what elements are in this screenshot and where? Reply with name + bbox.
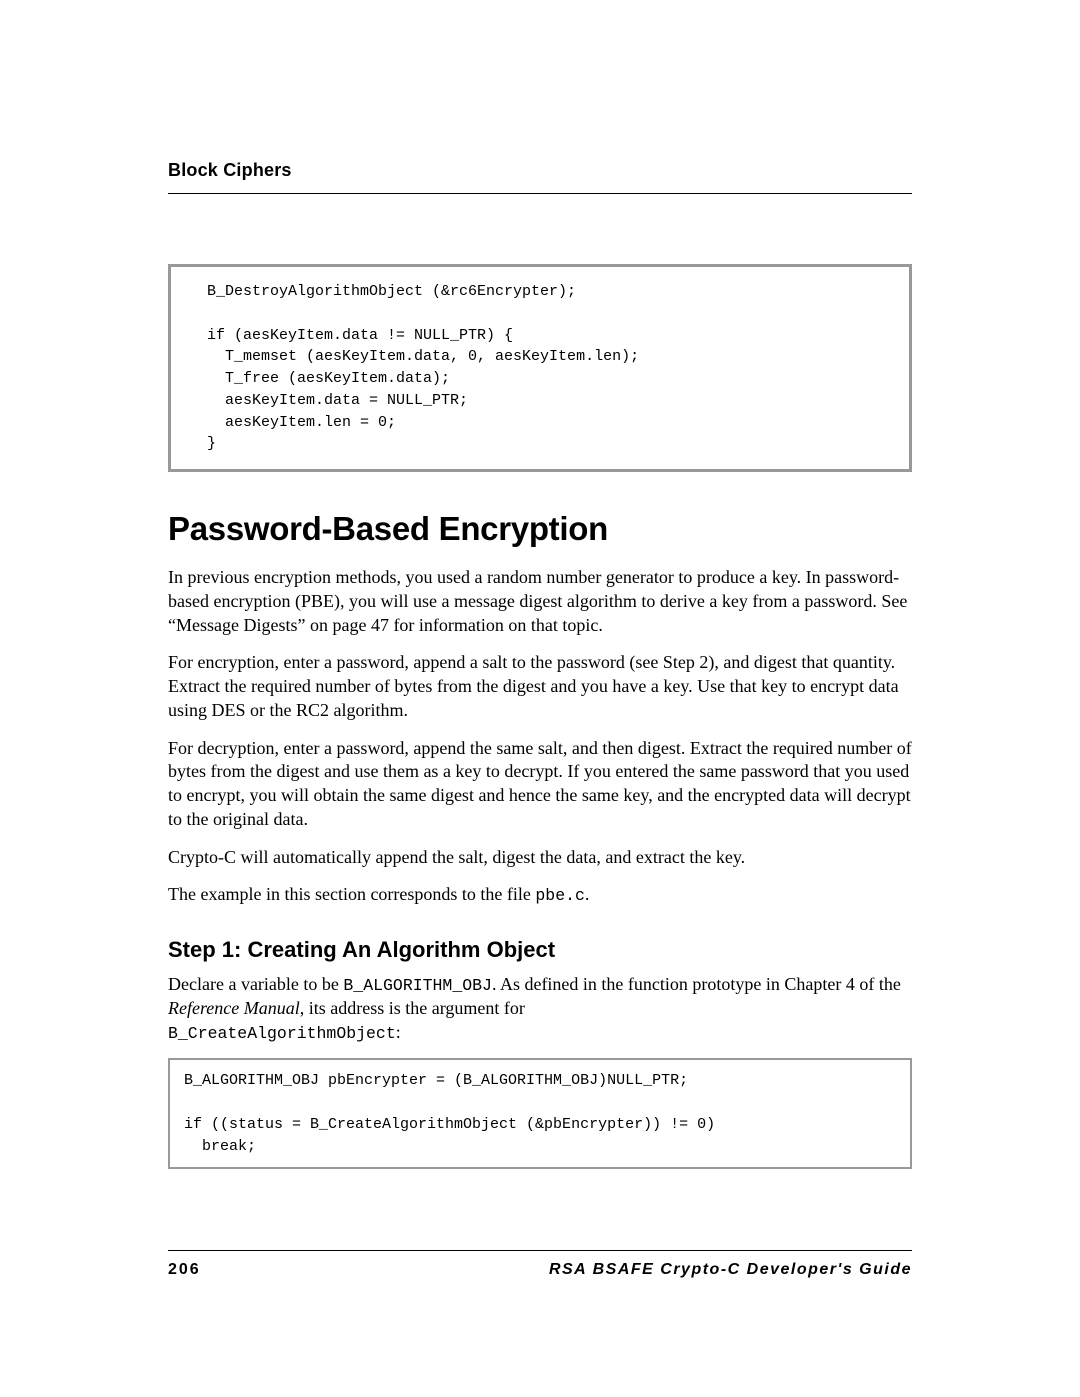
step-text-a: Declare a variable to be <box>168 974 343 994</box>
paragraph-2: For encryption, enter a password, append… <box>168 651 912 722</box>
step-text-d: : <box>396 1022 401 1042</box>
running-header: Block Ciphers <box>168 160 912 181</box>
section-heading: Password-Based Encryption <box>168 510 912 548</box>
inline-code-alg-obj: B_ALGORITHM_OBJ <box>343 976 492 995</box>
paragraph-1: In previous encryption methods, you used… <box>168 566 912 637</box>
page-footer: 206 RSA BSAFE Crypto-C Developer's Guide <box>168 1250 912 1279</box>
footer-rule <box>168 1250 912 1251</box>
page: Block Ciphers B_DestroyAlgorithmObject (… <box>0 0 1080 1397</box>
paragraph-5-text-b: . <box>585 884 590 904</box>
step-heading: Step 1: Creating An Algorithm Object <box>168 937 912 963</box>
doc-title: RSA BSAFE Crypto-C Developer's Guide <box>549 1261 912 1279</box>
inline-code-create-alg: B_CreateAlgorithmObject <box>168 1024 396 1043</box>
paragraph-3: For decryption, enter a password, append… <box>168 737 912 832</box>
code-block-top: B_DestroyAlgorithmObject (&rc6Encrypter)… <box>168 264 912 472</box>
reference-manual-italic: Reference Manual <box>168 998 300 1018</box>
paragraph-4: Crypto-C will automatically append the s… <box>168 846 912 870</box>
step-text-b: . As defined in the function prototype i… <box>492 974 901 994</box>
footer-row: 206 RSA BSAFE Crypto-C Developer's Guide <box>168 1261 912 1279</box>
paragraph-5: The example in this section corresponds … <box>168 883 912 907</box>
page-number: 206 <box>168 1261 201 1279</box>
paragraph-5-text-a: The example in this section corresponds … <box>168 884 535 904</box>
inline-code-pbe: pbe.c <box>535 886 585 905</box>
step-paragraph: Declare a variable to be B_ALGORITHM_OBJ… <box>168 973 912 1044</box>
header-rule <box>168 193 912 194</box>
step-text-c: , its address is the argument for <box>300 998 525 1018</box>
code-block-bottom: B_ALGORITHM_OBJ pbEncrypter = (B_ALGORIT… <box>168 1058 912 1169</box>
